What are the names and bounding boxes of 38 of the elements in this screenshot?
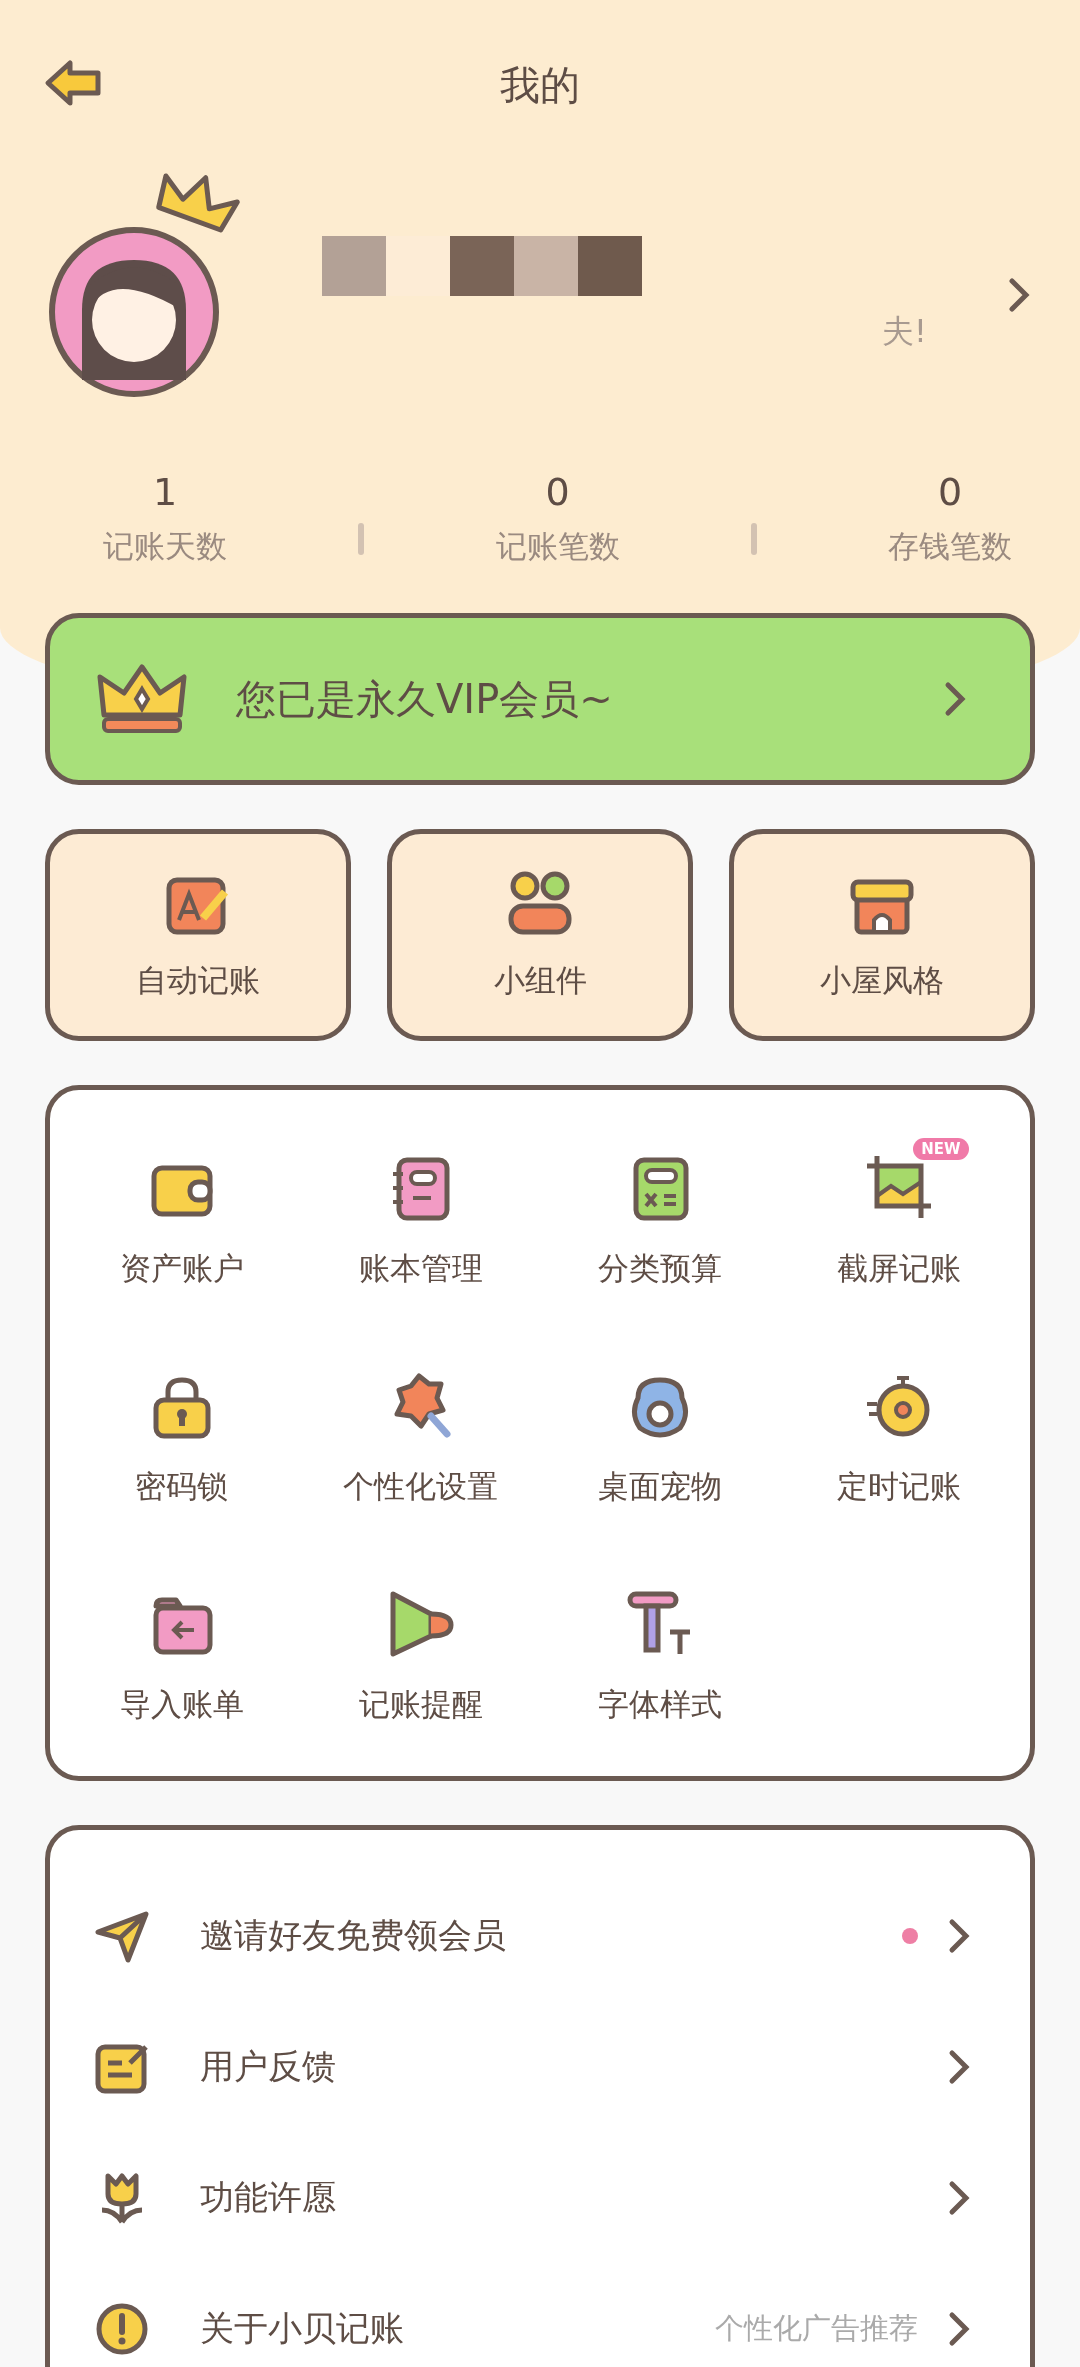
menu-hint: 个性化广告推荐 <box>715 2309 918 2347</box>
tool-item[interactable]: 账本管理 <box>301 1136 540 1290</box>
stat-label: 记账笔数 <box>495 527 620 566</box>
feature-card[interactable]: 自动记账 <box>45 829 351 1041</box>
page-title: 我的 <box>500 60 580 110</box>
menu-item[interactable]: 关于小贝记账 个性化广告推荐 <box>50 2263 1030 2367</box>
stat-label: 记账天数 <box>103 527 227 566</box>
tool-item[interactable]: 资产账户 <box>62 1136 301 1290</box>
tool-item[interactable]: NEW 截屏记账 <box>779 1136 1018 1290</box>
tool-item[interactable]: 个性化设置 <box>301 1354 540 1508</box>
tool-item[interactable]: 桌面宠物 <box>540 1354 779 1508</box>
tool-item[interactable]: 导入账单 <box>62 1572 301 1726</box>
stat-divider <box>750 523 757 555</box>
tool-item[interactable]: 定时记账 <box>779 1354 1018 1508</box>
stat-label: 存钱笔数 <box>888 527 1012 566</box>
stat-value: 0 <box>545 470 570 514</box>
chevron-right-icon <box>944 681 966 717</box>
chevron-right-icon <box>948 2179 970 2216</box>
stat-value: 1 <box>152 470 178 514</box>
tool-item[interactable]: 密码锁 <box>62 1354 301 1508</box>
chevron-right-icon <box>948 2310 970 2347</box>
chevron-right-icon <box>948 2048 970 2085</box>
stat-divider <box>358 523 365 555</box>
chevron-right-icon <box>948 1917 970 1954</box>
feature-card[interactable]: 小组件 <box>387 829 693 1041</box>
tool-item[interactable]: 记账提醒 <box>301 1572 540 1726</box>
back-button[interactable] <box>44 58 104 108</box>
menu-item[interactable]: 邀请好友免费领会员 <box>50 1870 1030 2001</box>
stat-value: 0 <box>937 470 963 514</box>
tool-item[interactable]: 字体样式 <box>540 1572 779 1726</box>
menu-item[interactable]: 功能许愿 <box>50 2132 1030 2263</box>
feature-card[interactable]: 小屋风格 <box>729 829 1035 1041</box>
chevron-right-icon[interactable] <box>1008 277 1030 313</box>
vip-banner[interactable]: 您已是永久VIP会员~ <box>45 613 1035 785</box>
tool-item[interactable]: 分类预算 <box>540 1136 779 1290</box>
menu-item[interactable]: 用户反馈 <box>50 2001 1030 2132</box>
greeting-text: 夫! <box>881 311 928 352</box>
new-badge: NEW <box>913 1138 969 1160</box>
